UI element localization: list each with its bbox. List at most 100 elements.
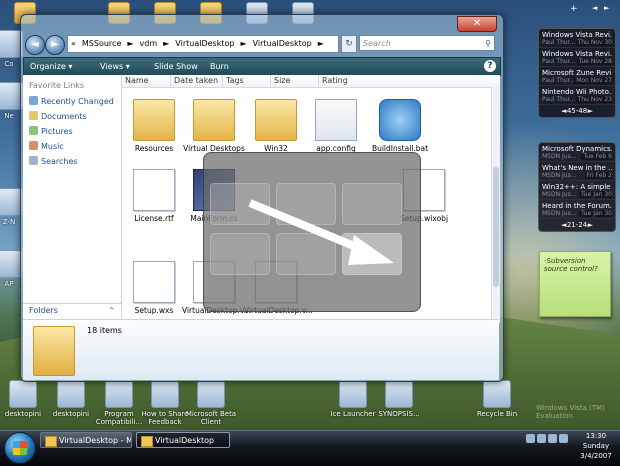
address-row: ◄ ► «MSSource ► vdm ► VirtualDesktop ► Virtual… <box>23 33 499 55</box>
search-input[interactable]: Search ⚲ <box>359 35 495 51</box>
evaluation-watermark: Windows Vista (TM) Evaluation <box>536 404 605 420</box>
breadcrumb-separator[interactable]: ► <box>160 39 172 48</box>
breadcrumb-virtualdesktop-current[interactable]: VirtualDesktop <box>250 39 315 48</box>
feed-next-icon[interactable]: ► <box>588 105 593 117</box>
windows-logo-icon <box>13 441 27 455</box>
feed-item[interactable]: Windows Vista Revi... Paul Thur... Thu Nov… <box>539 29 615 48</box>
search-icon[interactable]: ⚲ <box>485 36 491 52</box>
column-name[interactable]: Name <box>122 75 149 87</box>
document-icon <box>385 380 413 408</box>
volume-icon[interactable] <box>548 434 557 443</box>
feed-next-icon[interactable]: ► <box>588 219 593 231</box>
views-button[interactable]: Views ▾ <box>100 58 130 75</box>
clock-time: 13:30 <box>585 432 607 440</box>
nav-link-recently-changed[interactable]: Recently Changed <box>23 94 121 109</box>
taskbar-button-active[interactable]: VirtualDesktop <box>136 432 230 448</box>
column-rating[interactable]: Rating <box>318 75 348 87</box>
desktop-icon-synopsis[interactable]: SYNOPSIS... <box>372 380 426 418</box>
file-item[interactable]: Virtual Desktops <box>182 99 246 153</box>
feed-item[interactable]: Heard in the Forum... MSDN Jus... Tue Jan … <box>539 200 615 219</box>
folder-icon <box>255 99 297 141</box>
breadcrumb-separator[interactable]: ► <box>237 39 249 48</box>
feed-gadget-2: Microsoft Dynamics... MSDN Jus... Tue Feb … <box>538 142 616 232</box>
breadcrumb-virtualdesktop[interactable]: VirtualDesktop <box>172 39 237 48</box>
organize-button[interactable]: Organize ▾ <box>30 58 72 75</box>
file-item[interactable]: Resources <box>122 99 186 153</box>
feed-prev-icon[interactable]: ◄ <box>561 219 566 231</box>
column-tags[interactable]: Tags <box>222 75 244 87</box>
scrollbar-thumb[interactable] <box>493 167 499 287</box>
pictures-icon <box>29 126 38 135</box>
address-prefix: « <box>71 39 76 48</box>
folders-toggle[interactable]: Folders ⌃ <box>23 303 121 317</box>
address-bar[interactable]: «MSSource ► vdm ► VirtualDesktop ► VirtualDesk… <box>67 35 339 53</box>
system-clock[interactable]: 13:30 Sunday 3/4/2007 <box>574 431 618 461</box>
add-gadget-icon[interactable]: + <box>570 4 578 14</box>
taskbar-button[interactable]: VirtualDesktop - Mi... <box>40 432 132 448</box>
tray-icon[interactable] <box>559 434 568 443</box>
window-close-button[interactable]: ✕ <box>457 16 497 32</box>
recent-icon <box>29 96 38 105</box>
desktop-icon-desktopini[interactable]: desktopini <box>44 380 98 418</box>
network-tray-icon[interactable] <box>537 434 546 443</box>
sticky-note-gadget[interactable]: -Subversion source control? <box>539 251 611 317</box>
file-item[interactable]: Setup.wxs <box>122 261 186 315</box>
feed-pager: ◄ 21-24 ► <box>539 219 615 231</box>
file-item[interactable]: License.rtf <box>122 169 186 223</box>
sidebar-next-icon[interactable]: ► <box>604 4 609 12</box>
rtf-document-icon <box>133 169 175 211</box>
system-tray <box>526 434 578 444</box>
column-date-taken[interactable]: Date taken <box>170 75 218 87</box>
feed-item[interactable]: Nintendo Wii Photo... Paul Thur... Thu Nov… <box>539 86 615 105</box>
nav-link-searches[interactable]: Searches <box>23 154 121 169</box>
tray-icon[interactable] <box>526 434 535 443</box>
column-headers: Name Date taken Tags Size Rating <box>122 75 500 88</box>
documents-icon <box>29 111 38 120</box>
feed-item[interactable]: What's New in the ... MSDN Jus... Fri Feb … <box>539 162 615 181</box>
feed-item[interactable]: Microsoft Dynamics... MSDN Jus... Tue Feb … <box>539 143 615 162</box>
wxs-file-icon <box>133 261 175 303</box>
feed-item[interactable]: Windows Vista Revi... Paul Thur... Tue Nov… <box>539 48 615 67</box>
file-item[interactable]: Win32 <box>244 99 308 153</box>
vertical-scrollbar[interactable] <box>491 87 500 323</box>
beta-client-icon <box>197 380 225 408</box>
nav-link-music[interactable]: Music <box>23 139 121 154</box>
help-icon[interactable]: ? <box>484 60 496 72</box>
clock-day: Sunday <box>582 442 610 450</box>
burn-button[interactable]: Burn <box>210 58 229 75</box>
file-item[interactable]: BuildInstall.bat <box>368 99 432 153</box>
column-size[interactable]: Size <box>270 75 290 87</box>
item-count: 18 items <box>87 326 122 335</box>
desktop-icon-beta-client[interactable]: Microsoft Beta Client <box>184 380 238 426</box>
breadcrumb-mssource[interactable]: MSSource <box>79 39 124 48</box>
refresh-button[interactable]: ↻ <box>341 35 357 53</box>
recycle-bin-icon <box>483 380 511 408</box>
clock-date: 3/4/2007 <box>580 452 612 460</box>
folder-icon <box>133 99 175 141</box>
file-item[interactable]: app.config <box>304 99 368 153</box>
nav-link-documents[interactable]: Documents <box>23 109 121 124</box>
sidebar-controls: + ◄ ► <box>562 4 618 18</box>
nav-link-pictures[interactable]: Pictures <box>23 124 121 139</box>
search-placeholder: Search <box>363 39 391 48</box>
feed-gadget-1: Windows Vista Revi... Paul Thur... Thu Nov… <box>538 28 616 118</box>
start-button[interactable] <box>4 432 36 464</box>
feed-item[interactable]: Microsoft Zune Revi... Paul Thur... Mon No… <box>539 67 615 86</box>
desktop-icon-recycle-bin[interactable]: Recycle Bin <box>470 380 524 418</box>
desktop-icon-desktopini[interactable]: desktopini <box>0 380 50 418</box>
back-button[interactable]: ◄ <box>25 35 45 55</box>
breadcrumb-separator[interactable]: ► <box>124 39 136 48</box>
feedback-icon <box>151 380 179 408</box>
switch-arrow-icon <box>248 199 394 265</box>
sidebar-prev-icon[interactable]: ◄ <box>592 4 597 12</box>
batch-file-icon <box>379 99 421 141</box>
forward-button[interactable]: ► <box>45 35 65 55</box>
slideshow-button[interactable]: Slide Show <box>154 58 198 75</box>
settings-file-icon <box>57 380 85 408</box>
feed-prev-icon[interactable]: ◄ <box>561 105 566 117</box>
breadcrumb-separator[interactable]: ► <box>315 39 327 48</box>
command-bar: Organize ▾ Views ▾ Slide Show Burn ? <box>23 57 501 76</box>
breadcrumb-vdm[interactable]: vdm <box>137 39 161 48</box>
desktop-switcher-overlay <box>203 152 421 312</box>
feed-item[interactable]: Win32++: A simple ... MSDN Jus... Tue Jan … <box>539 181 615 200</box>
